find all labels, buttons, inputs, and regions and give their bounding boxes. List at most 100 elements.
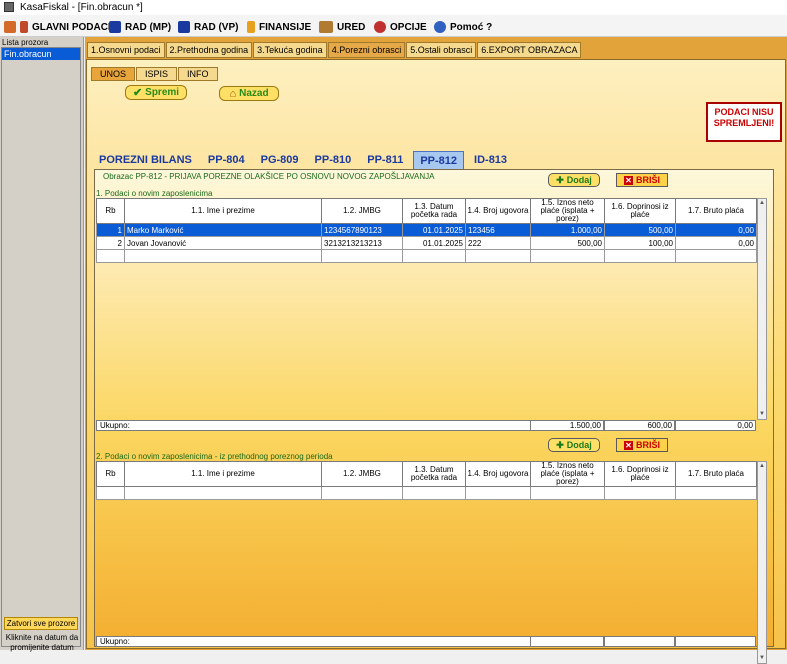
cell-empty[interactable]	[604, 486, 676, 500]
tab-osnovni-podaci[interactable]: 1.Osnovni podaci	[87, 42, 165, 58]
dodaj-button-1[interactable]: ✚ Dodaj	[548, 173, 600, 187]
col-doprinosi[interactable]: 1.6. Doprinosi iz plaće	[604, 198, 676, 224]
cell-empty[interactable]	[675, 249, 757, 263]
cell-empty[interactable]	[321, 249, 403, 263]
cell-empty[interactable]	[96, 249, 125, 263]
books-icon	[20, 21, 28, 33]
menu-finansije[interactable]: FINANSIJE	[247, 19, 311, 35]
col-ime-prezime[interactable]: 1.1. Ime i prezime	[124, 198, 322, 224]
form-title: Obrazac PP-812 - PRIJAVA POREZNE OLAKŠIC…	[103, 172, 435, 181]
tab-info[interactable]: INFO	[178, 67, 218, 81]
col-rb[interactable]: Rb	[96, 461, 125, 487]
section2-scrollbar[interactable]: ▲ ▼	[757, 461, 767, 664]
table-header-row: Rb 1.1. Ime i prezime 1.2. JMBG 1.3. Dat…	[96, 198, 757, 224]
table-row[interactable]: 2 Jovan Jovanović 3213213213213 01.01.20…	[96, 236, 757, 250]
cell-rb[interactable]: 1	[96, 223, 125, 237]
col-ime-prezime[interactable]: 1.1. Ime i prezime	[124, 461, 322, 487]
cell-empty[interactable]	[124, 249, 322, 263]
menu-pomoc[interactable]: Pomoć ?	[434, 19, 492, 35]
cell-empty[interactable]	[321, 486, 403, 500]
tab-pg-809[interactable]: PG-809	[255, 151, 305, 169]
cell-iznos-neto[interactable]: 500,00	[530, 236, 605, 250]
tab-pp-811[interactable]: PP-811	[361, 151, 409, 169]
col-bruto[interactable]: 1.7. Bruto plaća	[675, 461, 757, 487]
tab-pp-804[interactable]: PP-804	[202, 151, 251, 169]
section1-scrollbar[interactable]: ▲ ▼	[757, 198, 767, 420]
col-datum[interactable]: 1.3. Datum početka rada	[402, 461, 466, 487]
cell-iznos-neto[interactable]: 1.000,00	[530, 223, 605, 237]
col-rb[interactable]: Rb	[96, 198, 125, 224]
menu-rad-mp[interactable]: RAD (MP)	[109, 19, 171, 35]
tab-porezni-obrasci[interactable]: 4.Porezni obrasci	[327, 42, 406, 58]
dodaj-button-2[interactable]: ✚ Dodaj	[548, 438, 600, 452]
tab-prethodna-godina[interactable]: 2.Prethodna godina	[165, 42, 253, 58]
tab-pp-812[interactable]: PP-812	[413, 151, 465, 169]
cell-empty[interactable]	[530, 249, 605, 263]
cell-empty[interactable]	[124, 486, 322, 500]
cell-broj-ugovora[interactable]: 222	[465, 236, 531, 250]
window-list[interactable]: Fin.obracun	[1, 47, 81, 647]
cell-empty[interactable]	[96, 486, 125, 500]
cell-empty[interactable]	[465, 486, 531, 500]
tab-id-813[interactable]: ID-813	[468, 151, 513, 169]
table-row-empty[interactable]	[96, 249, 757, 263]
col-datum[interactable]: 1.3. Datum početka rada	[402, 198, 466, 224]
col-jmbg[interactable]: 1.2. JMBG	[321, 461, 403, 487]
menu-opcije[interactable]: OPCIJE	[374, 19, 427, 35]
brisi-button-2[interactable]: ✕ BRIŠI	[616, 438, 668, 452]
nazad-button[interactable]: ⌂ Nazad	[219, 86, 279, 101]
tab-pp-810[interactable]: PP-810	[309, 151, 358, 169]
cell-bruto[interactable]: 0,00	[675, 223, 757, 237]
cell-jmbg[interactable]: 3213213213213	[321, 236, 403, 250]
scroll-up-icon[interactable]: ▲	[758, 462, 766, 471]
total-bruto-2	[675, 636, 756, 647]
brisi-button-1[interactable]: ✕ BRIŠI	[616, 173, 668, 187]
cell-doprinosi[interactable]: 100,00	[604, 236, 676, 250]
spremi-button[interactable]: ✔ Spremi	[125, 85, 187, 100]
window-list-item[interactable]: Fin.obracun	[2, 48, 80, 60]
delete-icon: ✕	[623, 440, 633, 450]
cell-ime-prezime[interactable]: Marko Marković	[124, 223, 322, 237]
scroll-up-icon[interactable]: ▲	[758, 199, 766, 208]
cell-doprinosi[interactable]: 500,00	[604, 223, 676, 237]
cell-rb[interactable]: 2	[96, 236, 125, 250]
main-tabs: 1.Osnovni podaci 2.Prethodna godina 3.Te…	[87, 42, 582, 58]
menu-glavni-podaci[interactable]: GLAVNI PODACI	[4, 19, 111, 35]
cell-empty[interactable]	[402, 249, 466, 263]
col-broj-ugovora[interactable]: 1.4. Broj ugovora	[465, 461, 531, 487]
tab-unos[interactable]: UNOS	[91, 67, 136, 81]
col-doprinosi[interactable]: 1.6. Doprinosi iz plaće	[604, 461, 676, 487]
tab-ostali-obrasci[interactable]: 5.Ostali obrasci	[406, 42, 477, 58]
scroll-down-icon[interactable]: ▼	[758, 410, 766, 419]
cell-datum[interactable]: 01.01.2025	[402, 223, 466, 237]
tab-porezni-bilans[interactable]: POREZNI BILANS	[93, 151, 198, 169]
tab-export-obrazaca[interactable]: 6.EXPORT OBRAZACA	[477, 42, 582, 58]
cell-empty[interactable]	[675, 486, 757, 500]
col-jmbg[interactable]: 1.2. JMBG	[321, 198, 403, 224]
cell-empty[interactable]	[530, 486, 605, 500]
chart-icon	[247, 21, 255, 33]
cell-empty[interactable]	[402, 486, 466, 500]
cell-bruto[interactable]: 0,00	[675, 236, 757, 250]
scroll-down-icon[interactable]: ▼	[758, 654, 766, 663]
cell-datum[interactable]: 01.01.2025	[402, 236, 466, 250]
tab-tekuca-godina[interactable]: 3.Tekuća godina	[253, 42, 327, 58]
cell-broj-ugovora[interactable]: 123456	[465, 223, 531, 237]
close-all-windows-button[interactable]: Zatvori sve prozore	[4, 617, 78, 630]
cell-ime-prezime[interactable]: Jovan Jovanović	[124, 236, 322, 250]
col-iznos-neto[interactable]: 1.5. Iznos neto plaće (isplata + porez)	[530, 461, 605, 487]
form-tabs: POREZNI BILANS PP-804 PG-809 PP-810 PP-8…	[93, 151, 517, 169]
add-icon: ✚	[556, 174, 564, 185]
menu-rad-vp[interactable]: RAD (VP)	[178, 19, 238, 35]
table-row-empty[interactable]	[96, 486, 757, 500]
cell-empty[interactable]	[465, 249, 531, 263]
table-header-row: Rb 1.1. Ime i prezime 1.2. JMBG 1.3. Dat…	[96, 461, 757, 487]
tab-ispis[interactable]: ISPIS	[136, 67, 178, 81]
cell-jmbg[interactable]: 1234567890123	[321, 223, 403, 237]
col-broj-ugovora[interactable]: 1.4. Broj ugovora	[465, 198, 531, 224]
cell-empty[interactable]	[604, 249, 676, 263]
table-row[interactable]: 1 Marko Marković 1234567890123 01.01.202…	[96, 223, 757, 237]
menu-ured[interactable]: URED	[319, 19, 365, 35]
col-bruto[interactable]: 1.7. Bruto plaća	[675, 198, 757, 224]
col-iznos-neto[interactable]: 1.5. Iznos neto plaće (isplata + porez)	[530, 198, 605, 224]
